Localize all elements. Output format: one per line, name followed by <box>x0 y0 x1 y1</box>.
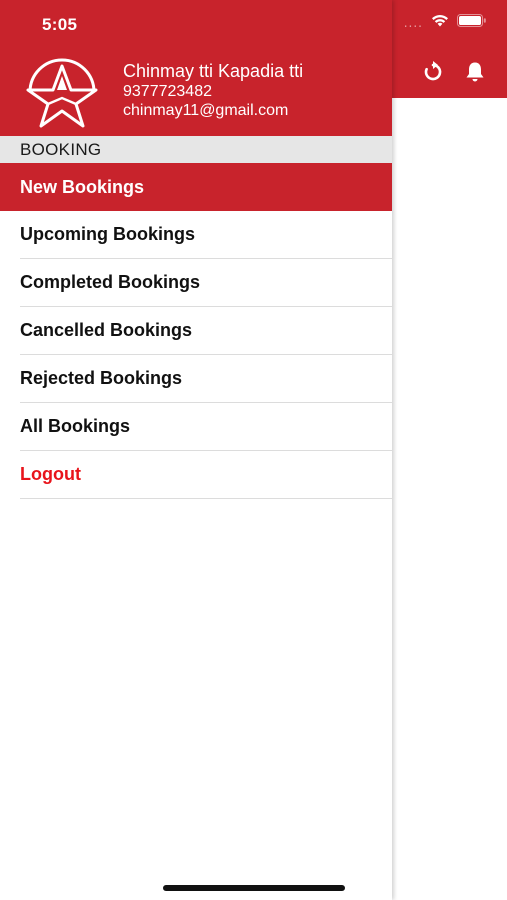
menu-item-rejected-bookings[interactable]: Rejected Bookings <box>20 355 392 403</box>
menu-item-new-bookings[interactable]: New Bookings <box>0 163 392 211</box>
navigation-drawer: 5:05 Chinmay tti Kapadia tti 9377723482 … <box>0 0 392 900</box>
status-indicators: .... <box>404 14 487 32</box>
profile-info: Chinmay tti Kapadia tti 9377723482 chinm… <box>123 60 303 120</box>
status-time: 5:05 <box>42 15 78 34</box>
signal-icon: .... <box>403 16 423 30</box>
menu-item-cancelled-bookings[interactable]: Cancelled Bookings <box>20 307 392 355</box>
section-header-booking: BOOKING <box>0 136 392 163</box>
profile-email: chinmay11@gmail.com <box>123 102 289 119</box>
refresh-icon <box>424 61 442 81</box>
profile-phone: 9377723482 <box>123 83 212 100</box>
app-actions <box>421 60 487 84</box>
logout-button[interactable]: Logout <box>20 451 392 499</box>
refresh-button[interactable] <box>421 60 445 84</box>
menu-item-upcoming-bookings[interactable]: Upcoming Bookings <box>20 211 392 259</box>
drawer-header: 5:05 Chinmay tti Kapadia tti 9377723482 … <box>0 0 392 136</box>
profile-name: Chinmay tti Kapadia tti <box>123 61 304 81</box>
menu-item-completed-bookings[interactable]: Completed Bookings <box>20 259 392 307</box>
menu-item-all-bookings[interactable]: All Bookings <box>20 403 392 451</box>
battery-icon <box>457 14 487 32</box>
notifications-button[interactable] <box>463 60 487 84</box>
app-screen: .... 5:05 Chinmay tti Kapadia tti 937772… <box>0 0 507 900</box>
home-indicator[interactable] <box>163 885 345 891</box>
app-logo <box>22 52 102 128</box>
wifi-icon <box>431 14 449 32</box>
menu-list: Upcoming Bookings Completed Bookings Can… <box>0 211 392 499</box>
bell-icon <box>466 62 484 82</box>
